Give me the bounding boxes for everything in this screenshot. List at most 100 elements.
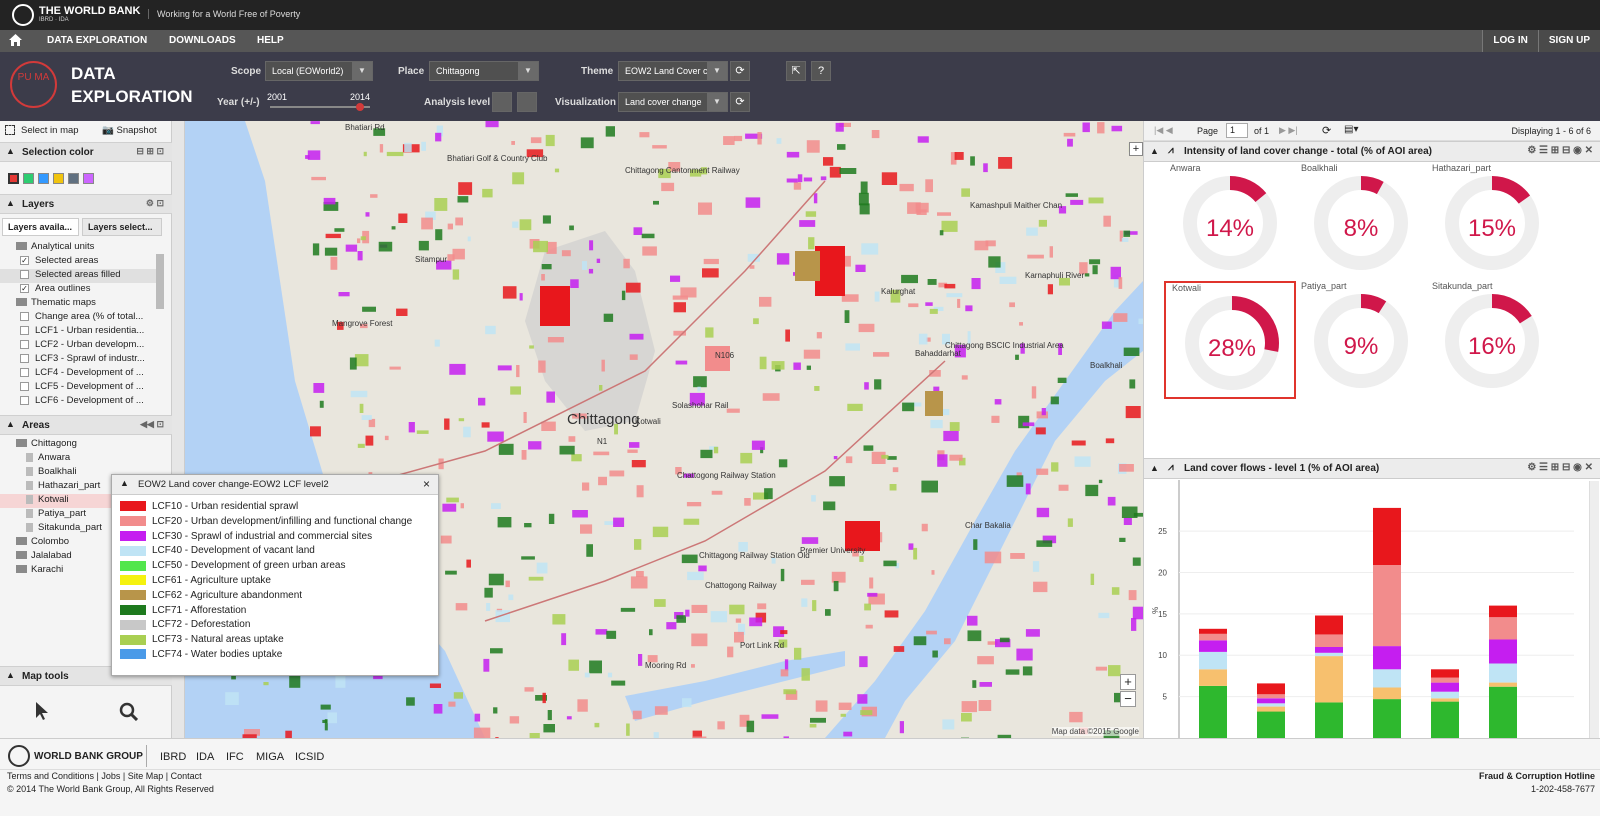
change-patch xyxy=(795,251,820,281)
year-slider-handle[interactable] xyxy=(356,103,364,111)
org-name[interactable]: THE WORLD BANK xyxy=(39,5,140,17)
world-bank-group-logo-icon[interactable] xyxy=(8,745,30,767)
footer: WORLD BANK GROUP IBRD IDA IFC MIGA ICSID… xyxy=(0,738,1600,816)
footer-brand[interactable]: WORLD BANK GROUP xyxy=(34,751,143,762)
pointer-tool-icon[interactable] xyxy=(34,701,50,721)
collapse-icon[interactable]: ▲ xyxy=(120,478,129,488)
change-patch xyxy=(1119,464,1134,472)
footer-link-ifc[interactable]: IFC xyxy=(226,751,244,763)
zoom-out-button[interactable]: − xyxy=(1120,691,1136,707)
panel-tools-icon[interactable]: ⊟ ⊞ ⊡ xyxy=(136,146,164,157)
color-swatch[interactable] xyxy=(83,173,94,184)
footer-link-icsid[interactable]: ICSID xyxy=(295,751,324,763)
rewind-icon[interactable]: ◀◀ ⊡ xyxy=(140,419,164,430)
layer-checkbox[interactable]: ✓ xyxy=(20,255,29,265)
layer-row[interactable]: Analytical units xyxy=(0,241,160,255)
layer-row[interactable]: ✓ Selected areas xyxy=(0,255,160,269)
layer-checkbox[interactable] xyxy=(20,367,29,377)
donut-chart[interactable]: Sitakunda_part 16% xyxy=(1426,281,1558,399)
layer-checkbox[interactable] xyxy=(20,325,29,335)
donut-chart[interactable]: Kotwali 28% xyxy=(1164,281,1296,399)
area-row[interactable]: Chittagong xyxy=(0,438,172,452)
world-bank-logo-icon[interactable] xyxy=(12,4,34,26)
layout-menu-icon[interactable]: ▤▾ xyxy=(1344,124,1358,135)
layer-row[interactable]: LCF2 - Urban developm... xyxy=(0,339,160,353)
refresh-theme-icon[interactable]: ⟳ xyxy=(730,61,750,81)
analysis-level-up[interactable] xyxy=(517,92,537,112)
layer-row[interactable]: LCF4 - Development of ... xyxy=(0,367,160,381)
place-select[interactable]: Chittagong ▼ xyxy=(429,61,539,81)
donut-chart[interactable]: Patiya_part 9% xyxy=(1295,281,1427,399)
layer-row[interactable]: LCF3 - Sprawl of industr... xyxy=(0,353,160,367)
color-swatch[interactable] xyxy=(38,173,49,184)
change-patch xyxy=(977,656,994,665)
layer-checkbox[interactable] xyxy=(20,311,29,321)
expand-map-icon[interactable]: + xyxy=(1129,142,1143,156)
selection-color-header[interactable]: ▲ Selection color ⊟ ⊞ ⊡ xyxy=(0,142,172,162)
donut-chart[interactable]: Hathazari_part 15% xyxy=(1426,163,1558,281)
refresh-viz-icon[interactable]: ⟳ xyxy=(730,92,750,112)
layer-checkbox[interactable] xyxy=(20,353,29,363)
collapse-icon[interactable]: ▲ xyxy=(1150,463,1159,473)
layers-header[interactable]: ▲ Layers ⚙ ⊡ xyxy=(0,194,172,214)
color-swatch[interactable] xyxy=(68,173,79,184)
layer-checkbox[interactable] xyxy=(20,339,29,349)
layer-row[interactable]: LCF1 - Urban residentia... xyxy=(0,325,160,339)
layer-checkbox[interactable] xyxy=(20,395,29,405)
collapse-icon[interactable]: ▲ xyxy=(1150,146,1159,156)
zoom-in-button[interactable]: + xyxy=(1120,674,1136,690)
area-row[interactable]: Anwara xyxy=(0,452,172,466)
nav-help[interactable]: HELP xyxy=(257,35,284,46)
layer-row[interactable]: Selected areas filled xyxy=(0,269,160,283)
home-icon[interactable] xyxy=(9,34,22,46)
login-link[interactable]: LOG IN xyxy=(1482,30,1537,52)
tab-layers-available[interactable]: Layers availa... xyxy=(2,218,79,236)
fraud-hotline[interactable]: Fraud & Corruption Hotline xyxy=(1479,771,1595,781)
right-scrollbar[interactable] xyxy=(1589,481,1599,738)
nav-downloads[interactable]: DOWNLOADS xyxy=(169,35,236,46)
next-page-icon[interactable]: ▶ ▶| xyxy=(1279,125,1298,136)
widget-tools-icon[interactable]: ⚙ ☰ ⊞ ⊟ ◉ ✕ xyxy=(1527,462,1593,473)
first-page-icon[interactable]: |◀ ◀ xyxy=(1154,125,1173,136)
donut-chart[interactable]: Anwara 14% xyxy=(1164,163,1296,281)
areas-header[interactable]: ▲ Areas ◀◀ ⊡ xyxy=(0,415,172,435)
select-in-map-button[interactable]: Select in map xyxy=(5,125,79,136)
layer-checkbox[interactable] xyxy=(20,269,29,279)
legend-item: LCF73 - Natural areas uptake xyxy=(120,634,284,648)
footer-bottom-links[interactable]: Terms and Conditions | Jobs | Site Map |… xyxy=(7,771,202,781)
zoom-tool-icon[interactable] xyxy=(118,701,138,721)
tab-layers-selected[interactable]: Layers select... xyxy=(82,218,162,236)
analysis-level-down[interactable] xyxy=(492,92,512,112)
select-help-icon[interactable]: ⇱ xyxy=(786,61,806,81)
widget-tools-icon[interactable]: ⚙ ☰ ⊞ ⊟ ◉ ✕ xyxy=(1527,145,1593,156)
donut-chart[interactable]: Boalkhali 8% xyxy=(1295,163,1427,281)
scope-select[interactable]: Local (EOWorld2) ▼ xyxy=(265,61,373,81)
gear-icon[interactable]: ⚙ ⊡ xyxy=(146,198,164,209)
visualization-select[interactable]: Land cover change ▼ xyxy=(618,92,728,112)
signup-link[interactable]: SIGN UP xyxy=(1537,30,1600,52)
color-swatch[interactable] xyxy=(23,173,34,184)
footer-link-ida[interactable]: IDA xyxy=(196,751,214,763)
layer-checkbox[interactable]: ✓ xyxy=(20,283,29,293)
page-input[interactable]: 1 xyxy=(1226,123,1248,138)
layer-row[interactable]: LCF6 - Development of ... xyxy=(0,395,160,409)
layer-row[interactable]: Change area (% of total... xyxy=(0,311,160,325)
footer-link-ibrd[interactable]: IBRD xyxy=(160,751,186,763)
year-slider[interactable] xyxy=(270,106,370,108)
help-icon[interactable]: ? xyxy=(811,61,831,81)
footer-link-miga[interactable]: MIGA xyxy=(256,751,284,763)
change-patch xyxy=(780,568,785,582)
refresh-icon[interactable]: ⟳ xyxy=(1322,124,1331,137)
theme-select[interactable]: EOW2 Land Cover c ▼ xyxy=(618,61,728,81)
layer-row[interactable]: LCF5 - Development of ... xyxy=(0,381,160,395)
layer-row[interactable]: ✓ Area outlines xyxy=(0,283,160,297)
layer-checkbox[interactable] xyxy=(20,381,29,391)
close-icon[interactable]: × xyxy=(423,477,430,491)
snapshot-button[interactable]: 📷 Snapshot xyxy=(102,125,157,136)
color-swatch[interactable] xyxy=(8,173,19,184)
change-patch xyxy=(757,603,767,610)
scrollbar-layers[interactable] xyxy=(156,254,164,309)
color-swatch[interactable] xyxy=(53,173,64,184)
layer-row[interactable]: Thematic maps xyxy=(0,297,160,311)
nav-data-exploration[interactable]: DATA EXPLORATION xyxy=(47,35,147,46)
